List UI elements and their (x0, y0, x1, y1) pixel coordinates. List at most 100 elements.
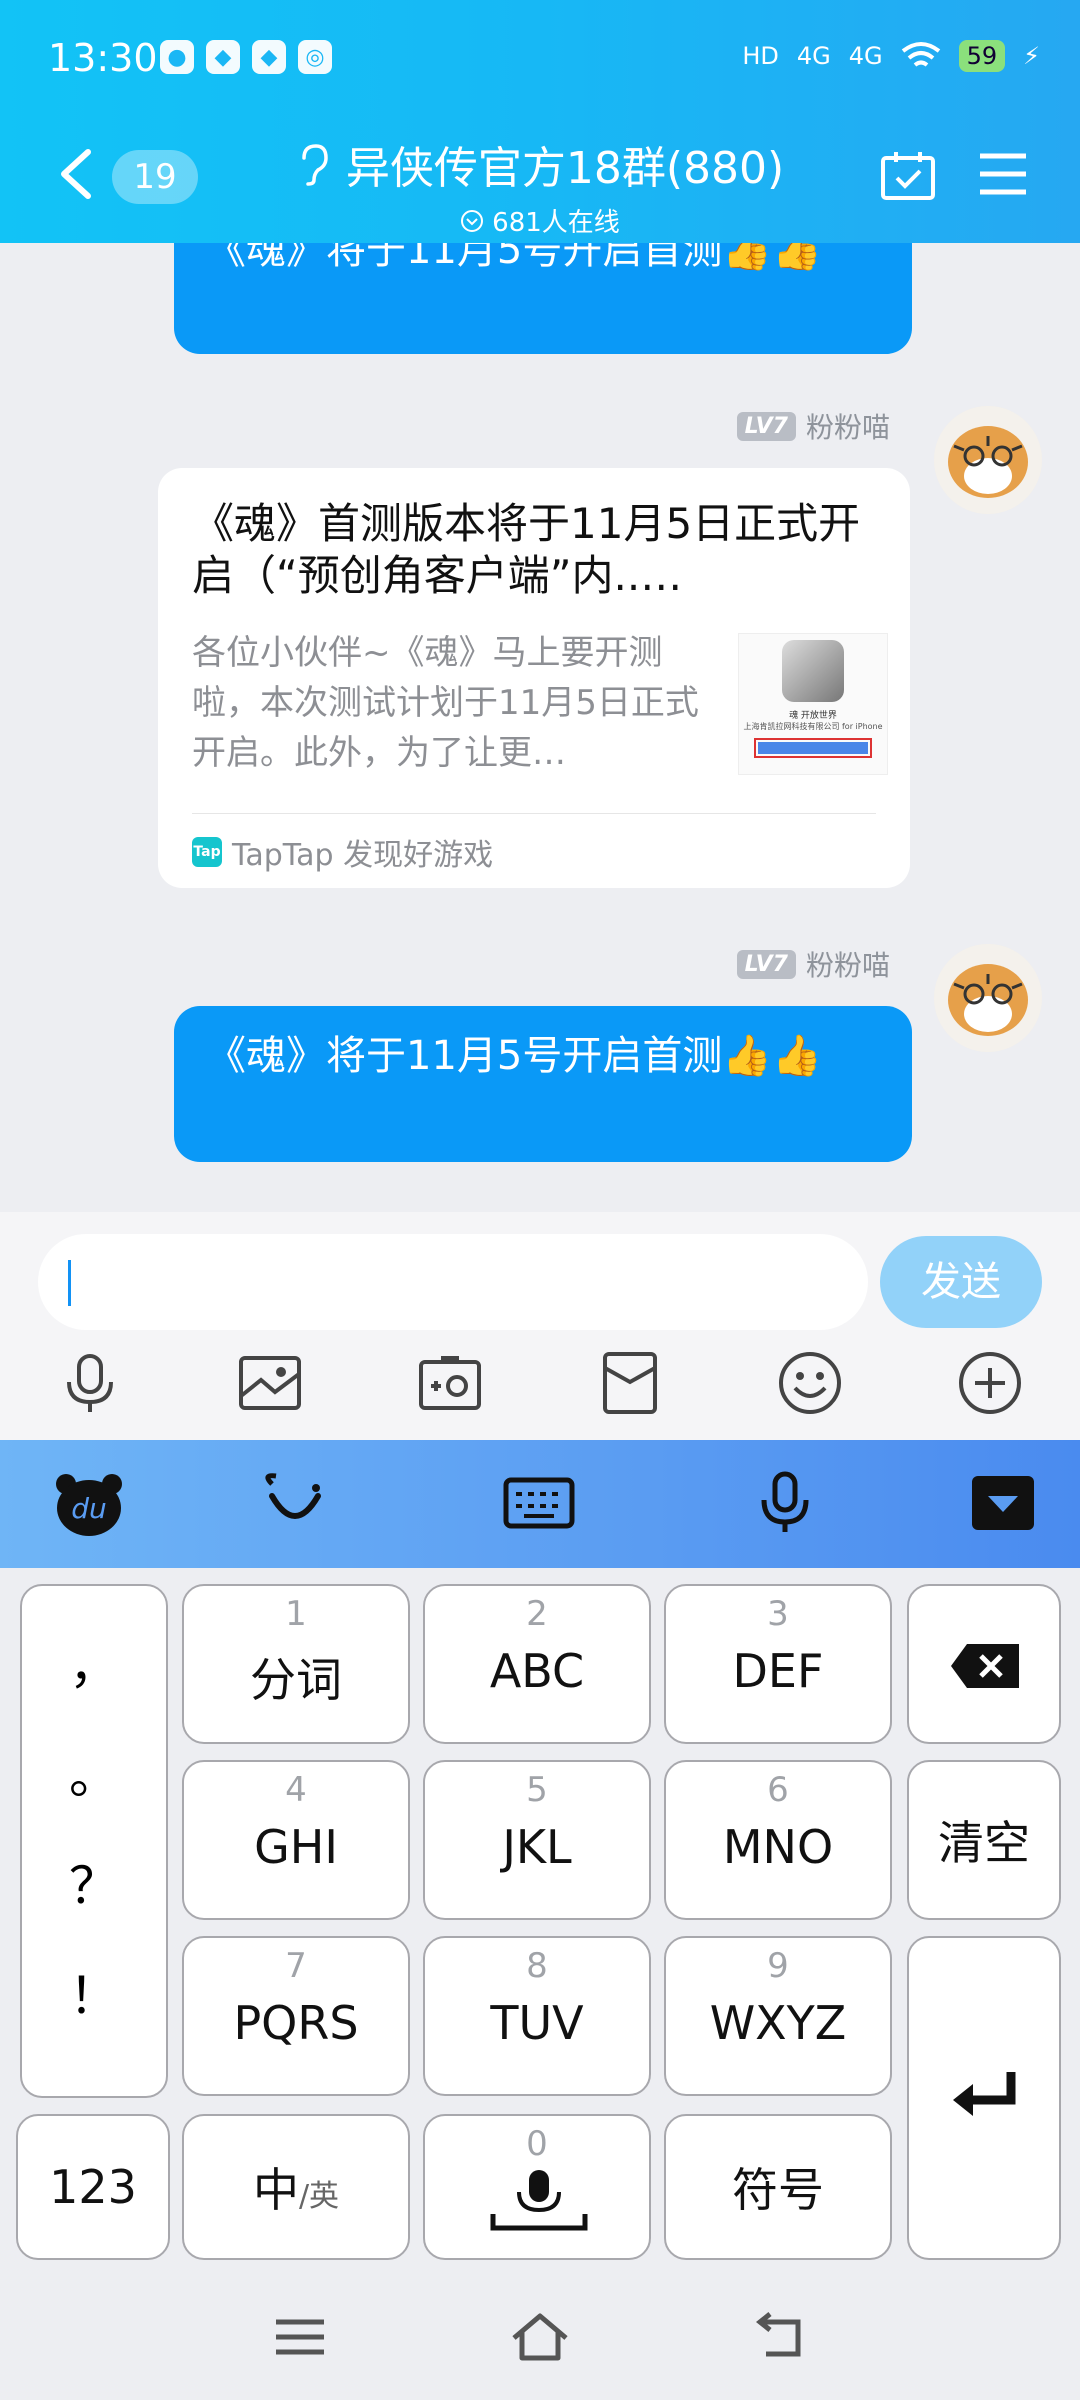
divider (192, 813, 876, 814)
key-number: 2 (526, 1594, 548, 1634)
key-number: 0 (526, 2124, 548, 2164)
avatar[interactable] (934, 406, 1042, 514)
sender-info: LV7 粉粉喵 (736, 406, 890, 446)
home-icon[interactable] (510, 2312, 570, 2362)
taptap-logo-icon: Tap (192, 837, 222, 867)
menu-icon[interactable] (978, 152, 1028, 196)
key-label: MNO (722, 1820, 834, 1874)
punct-key[interactable]: ？ (22, 1846, 166, 1918)
key-label: 清空 (938, 1816, 1030, 1870)
key-9[interactable]: 9 WXYZ (664, 1936, 892, 2096)
key-6[interactable]: 6 MNO (664, 1760, 892, 1920)
group-title: 异侠传官方18群(880) (345, 143, 785, 194)
online-count: 681人在线 (492, 208, 620, 238)
compass-icon: ◎ (298, 40, 332, 74)
key-label: 中 (252, 2163, 299, 2217)
battery-icon: 59 (958, 40, 1006, 72)
card-source: Tap TapTap 发现好游戏 (192, 830, 493, 874)
message-bubble[interactable]: 《魂》将于11月5号开启首测👍👍 (174, 1006, 912, 1162)
microphone-icon[interactable] (748, 1466, 822, 1540)
key-number: 5 (526, 1770, 548, 1810)
key-8[interactable]: 8 TUV (423, 1936, 651, 2096)
punctuation-column[interactable]: ， 。 ？ ！ (20, 1584, 168, 2098)
key-label: JKL (502, 1820, 572, 1874)
key-1[interactable]: 1 分词 (182, 1584, 410, 1744)
keyboard-toolbar: du (0, 1440, 1080, 1568)
backspace-key[interactable] (907, 1584, 1061, 1744)
level-badge: LV7 (736, 949, 796, 979)
key-label: PQRS (233, 1996, 359, 2050)
numbers-key[interactable]: 123 (16, 2114, 170, 2260)
key-3[interactable]: 3 DEF (664, 1584, 892, 1744)
hide-keyboard-icon[interactable] (966, 1466, 1040, 1540)
link-card[interactable]: 《魂》首测版本将于11月5日正式开启（“预创角客户端”内..… 各位小伙伴~《魂… (158, 468, 910, 888)
system-nav-bar (0, 2268, 1080, 2400)
key-label: TUV (490, 1996, 584, 2050)
send-button[interactable]: 发送 (880, 1236, 1042, 1328)
key-number: 9 (767, 1946, 789, 1986)
key-number: 4 (285, 1770, 307, 1810)
wechat-icon: ● (160, 40, 194, 74)
card-thumbnail: 魂 开放世界 上海肯凯拉网科技有限公司 for iPhone (738, 633, 888, 775)
plus-icon[interactable] (957, 1350, 1023, 1416)
key-label: 123 (49, 2160, 137, 2214)
app-notification-icon: ◆ (206, 40, 240, 74)
space-mic-icon (490, 2170, 588, 2231)
composer: 发送 (0, 1212, 1080, 1440)
language-key[interactable]: 中/英 (182, 2114, 410, 2260)
key-label: DEF (732, 1644, 824, 1698)
microphone-icon[interactable] (57, 1350, 123, 1416)
calendar-check-icon[interactable] (880, 150, 936, 200)
symbols-key[interactable]: 符号 (664, 2114, 892, 2260)
du-bear-logo-icon[interactable]: du (52, 1466, 126, 1540)
earpiece-mode-icon (302, 144, 328, 186)
key-label: 分词 (250, 1653, 342, 1707)
status-app-icons: ● ◆ ◆ ◎ (160, 40, 332, 74)
thumb-caption: 魂 开放世界 (789, 711, 837, 721)
camera-icon[interactable] (417, 1350, 483, 1416)
key-2[interactable]: 2 ABC (423, 1584, 651, 1744)
level-badge: LV7 (736, 411, 796, 441)
punct-key[interactable]: ！ (22, 1956, 166, 2028)
thumb-caption: 上海肯凯拉网科技有限公司 for iPhone (743, 722, 883, 731)
recent-apps-icon[interactable] (270, 2312, 330, 2362)
punct-key[interactable]: 。 (22, 1736, 166, 1808)
space-key[interactable]: 0 (423, 2114, 651, 2260)
status-bar: 13:30 ● ◆ ◆ ◎ HD 4G 4G 59 ⚡ (0, 0, 1080, 124)
game-icon (782, 640, 844, 702)
key-label: GHI (254, 1820, 338, 1874)
status-indicators: HD 4G 4G 59 ⚡ (742, 40, 1040, 72)
emoji-icon[interactable] (777, 1350, 843, 1416)
source-label: TapTap 发现好游戏 (232, 838, 494, 873)
back-icon[interactable] (750, 2312, 810, 2362)
backspace-icon (951, 1644, 1019, 1688)
key-7[interactable]: 7 PQRS (182, 1936, 410, 2096)
avatar[interactable] (934, 944, 1042, 1052)
keyboard-icon[interactable] (502, 1466, 576, 1540)
key-label: ABC (489, 1644, 585, 1698)
key-5[interactable]: 5 JKL (423, 1760, 651, 1920)
status-time: 13:30 (48, 36, 158, 80)
key-4[interactable]: 4 GHI (182, 1760, 410, 1920)
signal-4g-icon: 4G (848, 42, 883, 70)
tiger-avatar-icon (934, 406, 1042, 514)
clear-key[interactable]: 清空 (907, 1760, 1061, 1920)
key-label: 符号 (732, 2163, 824, 2217)
red-packet-icon[interactable] (597, 1350, 663, 1416)
chat-header: 13:30 ● ◆ ◆ ◎ HD 4G 4G 59 ⚡ 19 异侠传官方18群(… (0, 0, 1080, 243)
key-label: WXYZ (709, 1996, 847, 2050)
sender-name: 粉粉喵 (805, 949, 890, 982)
key-number: 6 (767, 1770, 789, 1810)
key-number: 8 (526, 1946, 548, 1986)
image-icon[interactable] (237, 1350, 303, 1416)
charging-icon: ⚡ (1023, 42, 1040, 70)
punct-key[interactable]: ， (22, 1626, 166, 1698)
wifi-icon (901, 42, 940, 67)
message-input[interactable] (38, 1234, 868, 1330)
key-number: 3 (767, 1594, 789, 1634)
thumb-button (754, 738, 872, 758)
app-notification-icon: ◆ (252, 40, 286, 74)
smile-icon[interactable] (258, 1466, 332, 1540)
enter-arrow-icon (953, 2072, 1016, 2116)
enter-key[interactable] (907, 1936, 1061, 2260)
